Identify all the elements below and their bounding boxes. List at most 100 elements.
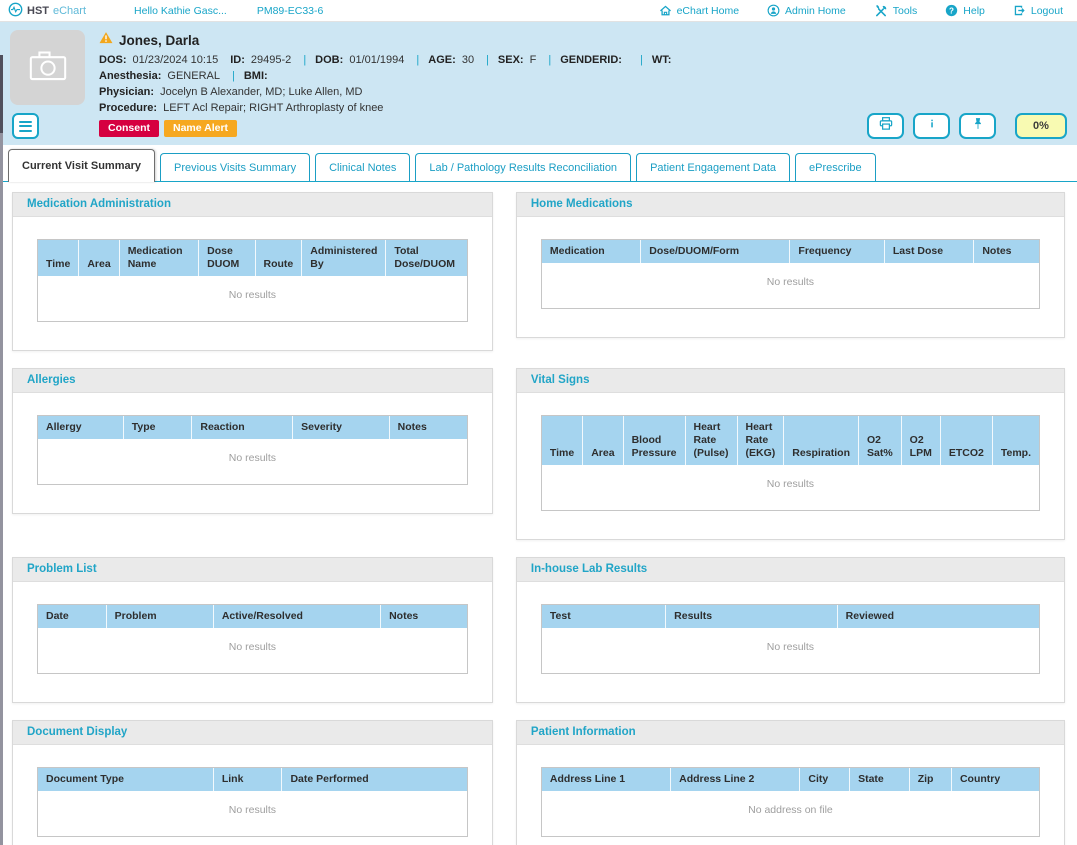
column-area: Area bbox=[79, 240, 119, 276]
patient-info-line: DOS: 01/23/2024 10:15 ID: 29495-2 | DOB: 01… bbox=[99, 52, 686, 68]
nav-help[interactable]: ? Help bbox=[945, 4, 985, 17]
tab-lab-pathology-results-reconciliation[interactable]: Lab / Pathology Results Reconciliation bbox=[415, 153, 631, 181]
field-sex: SEX: F bbox=[498, 54, 536, 66]
svg-text:?: ? bbox=[949, 6, 954, 15]
panel-body: TestResultsReviewedNo results bbox=[517, 582, 1064, 702]
facility-code-link[interactable]: PM89-EC33-6 bbox=[257, 5, 324, 17]
column-severity: Severity bbox=[293, 416, 389, 439]
panel-title: Medication Administration bbox=[13, 193, 492, 217]
panel-body: Address Line 1Address Line 2CityStateZip… bbox=[517, 745, 1064, 845]
column-notes: Notes bbox=[974, 240, 1039, 263]
column-etco2: ETCO2 bbox=[941, 416, 993, 465]
panel-table: MedicationDose/DUOM/FormFrequencyLast Do… bbox=[541, 239, 1040, 309]
panel-body: TimeAreaBlood PressureHeart Rate (Pulse)… bbox=[517, 393, 1064, 539]
empty-results-message: No results bbox=[542, 263, 1039, 308]
warning-icon bbox=[99, 31, 113, 49]
app-brand: HST eChart bbox=[8, 2, 86, 20]
separator: | bbox=[548, 54, 551, 66]
column-total-dose-duom: Total Dose/DUOM bbox=[386, 240, 467, 276]
field-procedure: Procedure: LEFT Acl Repair; RIGHT Arthro… bbox=[99, 102, 383, 114]
admin-home-icon bbox=[767, 4, 780, 17]
panel-title: Problem List bbox=[13, 558, 492, 582]
tab-current-visit-summary[interactable]: Current Visit Summary bbox=[8, 149, 155, 182]
column-frequency: Frequency bbox=[790, 240, 884, 263]
empty-results-message: No results bbox=[38, 276, 467, 321]
patient-photo-placeholder[interactable] bbox=[10, 30, 85, 105]
column-address-line-2: Address Line 2 bbox=[671, 768, 800, 791]
column-temp: Temp. bbox=[993, 416, 1039, 465]
field-id: ID: 29495-2 bbox=[230, 54, 291, 66]
separator: | bbox=[640, 54, 643, 66]
pin-button[interactable] bbox=[959, 113, 996, 139]
column-allergy: Allergy bbox=[38, 416, 124, 439]
pushpin-icon bbox=[971, 116, 985, 136]
column-type: Type bbox=[124, 416, 193, 439]
user-greeting-link[interactable]: Hello Kathie Gasc... bbox=[134, 5, 227, 17]
nav-echart-home[interactable]: eChart Home bbox=[659, 4, 739, 17]
help-icon: ? bbox=[945, 4, 958, 17]
panel-table: Document TypeLinkDate PerformedNo result… bbox=[37, 767, 468, 837]
column-address-line-1: Address Line 1 bbox=[542, 768, 671, 791]
field-anesthesia: Anesthesia: GENERAL bbox=[99, 70, 220, 82]
panel-title: In-house Lab Results bbox=[517, 558, 1064, 582]
main-content: Medication AdministrationTimeAreaMedicat… bbox=[0, 182, 1077, 845]
column-o2-lpm: O2 LPM bbox=[902, 416, 941, 465]
hst-logo-icon bbox=[8, 2, 23, 20]
column-zip: Zip bbox=[910, 768, 952, 791]
column-test: Test bbox=[542, 605, 666, 628]
field-genderid: GENDERID: bbox=[560, 54, 628, 66]
column-o2-sat: O2 Sat% bbox=[859, 416, 902, 465]
printer-icon bbox=[878, 116, 894, 136]
field-dos: DOS: 01/23/2024 10:15 bbox=[99, 54, 218, 66]
empty-results-message: No results bbox=[38, 791, 467, 836]
consent-badge[interactable]: Consent bbox=[99, 120, 159, 137]
column-dose-duom-form: Dose/DUOM/Form bbox=[641, 240, 790, 263]
panel-title: Document Display bbox=[13, 721, 492, 745]
tab-patient-engagement-data[interactable]: Patient Engagement Data bbox=[636, 153, 790, 181]
patient-info: Jones, Darla DOS: 01/23/2024 10:15 ID: 29… bbox=[99, 30, 686, 145]
nav-label: Admin Home bbox=[785, 5, 846, 17]
panel-allergies: AllergiesAllergyTypeReactionSeverityNote… bbox=[12, 368, 493, 514]
panel-title: Patient Information bbox=[517, 721, 1064, 745]
tab-previous-visits-summary[interactable]: Previous Visits Summary bbox=[160, 153, 310, 181]
patient-info-line: Procedure: LEFT Acl Repair; RIGHT Arthro… bbox=[99, 100, 686, 116]
column-reaction: Reaction bbox=[192, 416, 293, 439]
column-last-dose: Last Dose bbox=[885, 240, 974, 263]
print-button[interactable] bbox=[867, 113, 904, 139]
topbar-nav: eChart Home Admin Home Tools? Help Logout bbox=[659, 4, 1063, 18]
panel-document-display: Document Display Document TypeLinkDate Pe… bbox=[12, 720, 493, 845]
column-state: State bbox=[850, 768, 910, 791]
patient-name: Jones, Darla bbox=[119, 33, 199, 48]
separator: | bbox=[303, 54, 306, 66]
nav-label: Logout bbox=[1031, 5, 1063, 17]
nav-logout[interactable]: Logout bbox=[1013, 4, 1063, 17]
nav-label: eChart Home bbox=[677, 5, 739, 17]
chart-progress-badge[interactable]: 0% bbox=[1015, 113, 1067, 139]
info-button[interactable] bbox=[913, 113, 950, 139]
field-dob: DOB: 01/01/1994 bbox=[315, 54, 404, 66]
panel-body: TimeAreaMedication NameDose DUOMRouteAdm… bbox=[13, 217, 492, 350]
brand-hst: HST bbox=[27, 5, 49, 17]
tab-clinical-notes[interactable]: Clinical Notes bbox=[315, 153, 410, 181]
menu-button[interactable] bbox=[12, 113, 39, 139]
nav-label: Help bbox=[963, 5, 985, 17]
column-problem: Problem bbox=[107, 605, 214, 628]
column-date-performed: Date Performed bbox=[282, 768, 466, 791]
panel-patient-information: Patient InformationAddress Line 1Address… bbox=[516, 720, 1065, 845]
panel-table: DateProblemActive/ResolvedNotesNo result… bbox=[37, 604, 468, 674]
column-dose-duom: Dose DUOM bbox=[199, 240, 255, 276]
patient-demographics: DOS: 01/23/2024 10:15 ID: 29495-2 | DOB: 01… bbox=[99, 52, 686, 116]
column-medication: Medication bbox=[542, 240, 641, 263]
tab-eprescribe[interactable]: ePrescribe bbox=[795, 153, 876, 181]
column-respiration: Respiration bbox=[784, 416, 859, 465]
chart-tabs: Current Visit SummaryPrevious Visits Sum… bbox=[0, 145, 1077, 182]
column-blood-pressure: Blood Pressure bbox=[624, 416, 686, 465]
nav-tools[interactable]: Tools bbox=[874, 4, 918, 18]
field-age: AGE: 30 bbox=[428, 54, 474, 66]
panel-home-medications: Home MedicationsMedicationDose/DUOM/Form… bbox=[516, 192, 1065, 338]
patient-info-line: Anesthesia: GENERAL|BMI: bbox=[99, 68, 686, 84]
column-city: City bbox=[800, 768, 850, 791]
nav-admin-home[interactable]: Admin Home bbox=[767, 4, 846, 17]
panel-table: TestResultsReviewedNo results bbox=[541, 604, 1040, 674]
name-alert-badge[interactable]: Name Alert bbox=[164, 120, 237, 137]
